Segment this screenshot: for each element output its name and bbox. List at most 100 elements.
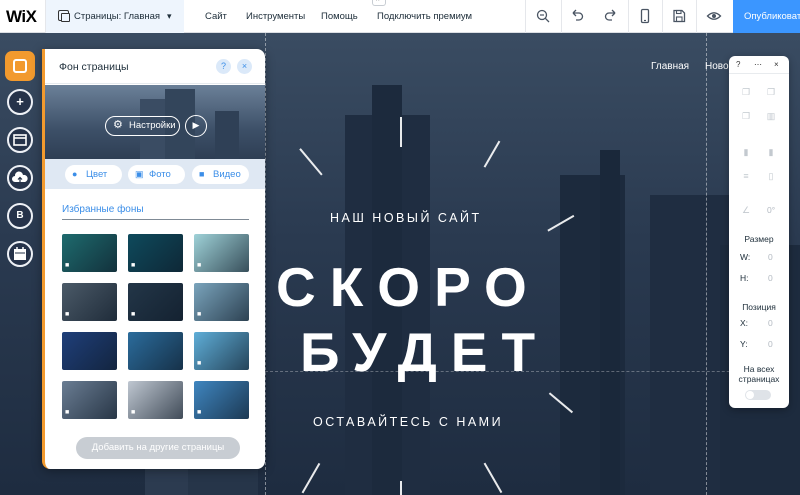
size-label: Размер <box>744 234 774 244</box>
site-nav-home[interactable]: Главная <box>651 61 689 72</box>
trash-icon[interactable]: ▥ <box>765 110 777 122</box>
video-camera-icon: ■ <box>131 262 136 269</box>
arrange-icon[interactable]: ▮ <box>740 146 752 158</box>
color-source-button[interactable]: ● Цвет <box>65 165 122 184</box>
upload-tool-button[interactable] <box>7 165 33 191</box>
preview-eye-icon[interactable] <box>706 8 722 24</box>
settings-label: Настройки <box>129 120 176 131</box>
width-input[interactable]: 0 <box>768 252 773 262</box>
tagline-bottom[interactable]: ОСТАВАЙТЕСЬ С НАМИ <box>313 415 503 429</box>
copy-icon[interactable]: ❐ <box>740 86 752 98</box>
align-icon[interactable]: ▮ <box>765 146 777 158</box>
mobile-view-icon[interactable] <box>637 8 653 24</box>
droplet-icon: ● <box>72 169 78 179</box>
background-thumbnail[interactable]: ■ <box>194 332 249 370</box>
redo-icon[interactable] <box>603 8 619 24</box>
match-size-icon[interactable]: ▯ <box>765 170 777 182</box>
divider <box>662 0 663 33</box>
headline-line-1[interactable]: СКОРО <box>276 255 541 319</box>
decorative-ray <box>400 117 402 147</box>
drag-handle-icon[interactable]: ⋯ <box>754 60 763 69</box>
background-thumbnail[interactable]: ■ <box>62 381 117 419</box>
background-thumbnail[interactable]: ■ <box>62 234 117 272</box>
panel-title: Фон страницы <box>59 61 129 73</box>
cloud-upload-icon <box>9 167 31 189</box>
wix-logo[interactable]: WiX <box>6 7 37 27</box>
background-thumbnail[interactable]: ■ <box>194 283 249 321</box>
video-camera-icon: ■ <box>197 311 202 318</box>
headline-line-2[interactable]: БУДЕТ <box>300 320 549 384</box>
rotate-angle-icon[interactable]: ∠ <box>740 204 752 216</box>
duplicate-icon[interactable]: ❐ <box>740 110 752 122</box>
video-camera-icon: ■ <box>131 311 136 318</box>
publish-button[interactable]: Опубликовать <box>733 0 800 33</box>
left-tool-rail: + B <box>0 47 42 277</box>
undo-icon[interactable] <box>569 8 585 24</box>
decorative-ray <box>299 148 323 176</box>
background-thumbnail[interactable]: ■ <box>128 283 183 321</box>
video-source-button[interactable]: ■ Видео <box>192 165 249 184</box>
background-thumbnail[interactable] <box>128 332 183 370</box>
background-thumbnail[interactable]: ■ <box>194 234 249 272</box>
favorites-title: Избранные фоны <box>62 204 144 215</box>
pages-dropdown[interactable]: Страницы: Главная ▾ <box>46 0 184 33</box>
divider <box>62 219 249 220</box>
save-icon[interactable] <box>671 8 687 24</box>
color-label: Цвет <box>86 169 108 180</box>
y-input[interactable]: 0 <box>768 339 773 349</box>
all-pages-toggle[interactable] <box>745 390 771 400</box>
menu-tools[interactable]: Инструменты <box>246 11 305 22</box>
site-nav-new[interactable]: Ново <box>705 61 729 72</box>
blog-tool-button[interactable]: B <box>7 203 33 229</box>
collapse-topbar-handle[interactable] <box>372 0 386 6</box>
background-thumbnail[interactable] <box>62 332 117 370</box>
background-thumbnail[interactable]: ■ <box>194 381 249 419</box>
angle-value[interactable]: 0° <box>767 205 775 215</box>
background-tool-button[interactable] <box>5 51 35 81</box>
store-tool-button[interactable] <box>7 127 33 153</box>
tagline-top[interactable]: НАШ НОВЫЙ САЙТ <box>330 211 482 225</box>
decorative-ray <box>301 462 320 494</box>
background-thumbnail[interactable]: ■ <box>128 234 183 272</box>
skyline-building <box>650 195 730 495</box>
background-source-bar: ● Цвет ▣ Фото ■ Видео <box>45 159 265 189</box>
decorative-ray <box>483 462 502 494</box>
zoom-out-icon[interactable] <box>535 8 551 24</box>
skyline-building <box>600 150 620 495</box>
gear-icon: ⚙ <box>113 119 123 131</box>
paste-icon[interactable]: ❐ <box>765 86 777 98</box>
add-tool-button[interactable]: + <box>7 89 33 115</box>
divider <box>525 0 526 33</box>
video-camera-icon: ■ <box>197 409 202 416</box>
height-input[interactable]: 0 <box>768 273 773 283</box>
background-square-icon <box>5 51 35 81</box>
x-input[interactable]: 0 <box>768 318 773 328</box>
add-to-other-pages-button[interactable]: Добавить на другие страницы <box>76 437 240 459</box>
play-button[interactable]: ▶ <box>185 115 207 137</box>
pages-label: Страницы: Главная <box>74 11 161 22</box>
plus-icon: + <box>16 94 24 109</box>
video-camera-icon: ■ <box>199 169 205 179</box>
background-thumbnail[interactable]: ■ <box>128 381 183 419</box>
video-camera-icon: ■ <box>65 409 70 416</box>
help-button[interactable]: ? <box>736 60 740 69</box>
menu-help[interactable]: Помощь <box>321 11 358 22</box>
bookings-tool-button[interactable] <box>7 241 33 267</box>
help-button[interactable]: ? <box>216 59 231 74</box>
photo-source-button[interactable]: ▣ Фото <box>128 165 185 184</box>
blog-icon: B <box>16 210 24 221</box>
close-button[interactable]: × <box>237 59 252 74</box>
width-label: W: <box>740 252 751 262</box>
decorative-ray <box>400 481 402 495</box>
background-thumbnail[interactable]: ■ <box>62 283 117 321</box>
distribute-icon[interactable]: ≡ <box>740 170 752 182</box>
pages-icon <box>58 10 70 22</box>
close-button[interactable]: × <box>774 60 779 69</box>
settings-button[interactable]: ⚙ Настройки <box>105 116 180 136</box>
background-preview: ⚙ Настройки ▶ <box>45 85 265 159</box>
y-label: Y: <box>740 339 748 349</box>
menu-upgrade-premium[interactable]: Подключить премиум <box>377 11 472 22</box>
menu-site[interactable]: Сайт <box>205 11 227 22</box>
height-label: H: <box>740 273 749 283</box>
store-icon <box>9 129 31 151</box>
